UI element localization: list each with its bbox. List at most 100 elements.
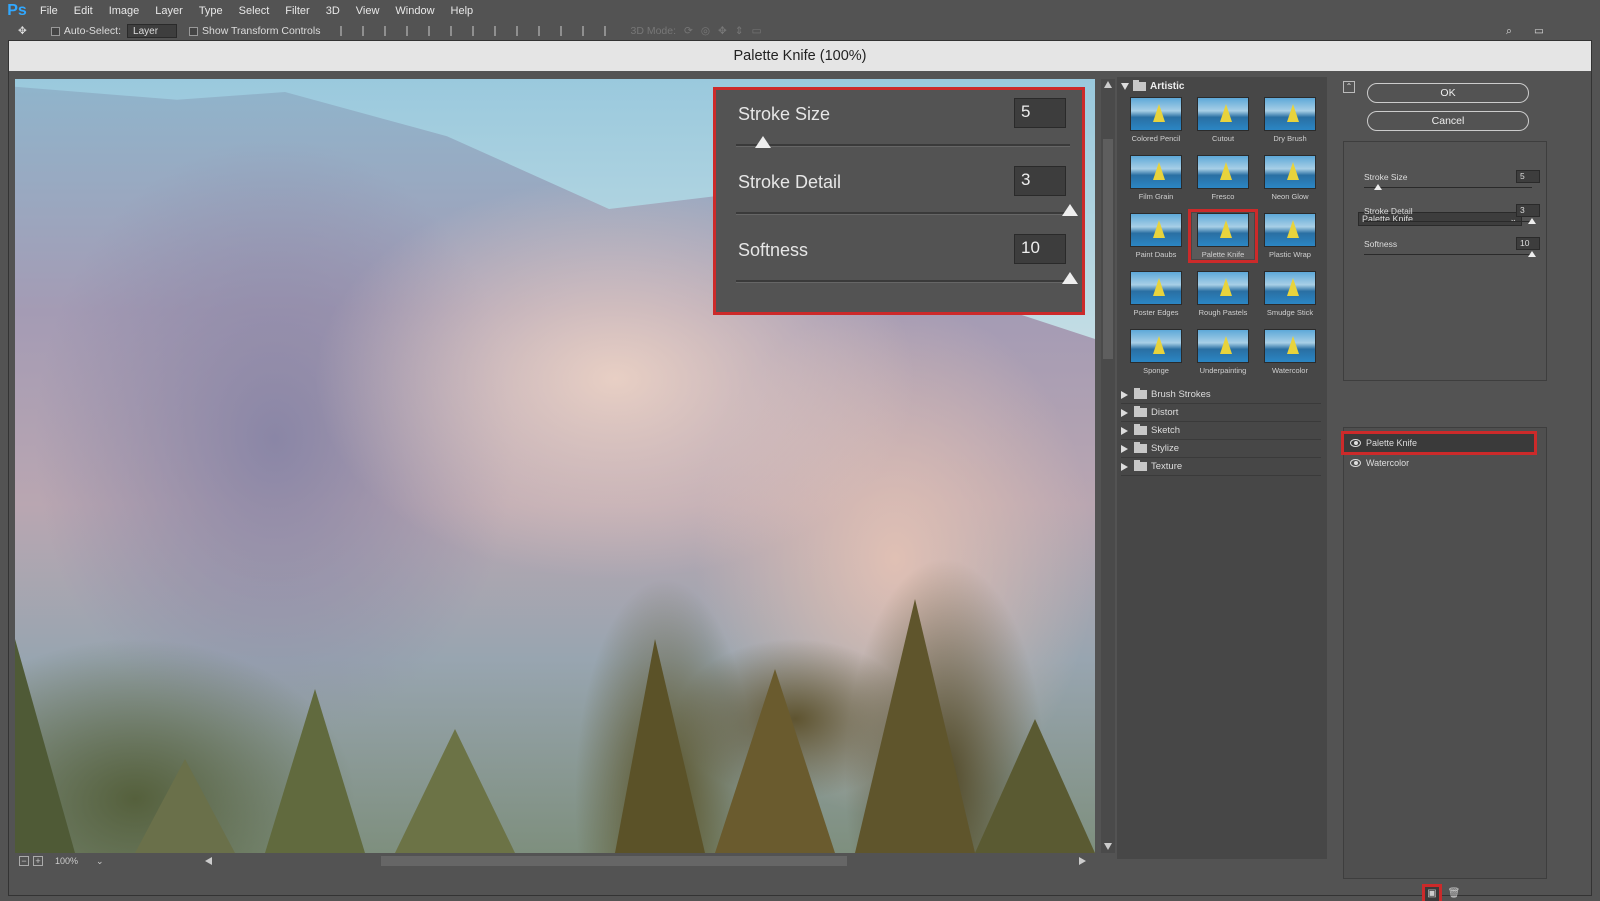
filter-thumb-plastic-wrap[interactable]: Plastic Wrap [1259, 213, 1321, 259]
stroke-detail-track[interactable] [1364, 221, 1532, 222]
effect-layer-palette-knife[interactable]: Palette Knife [1341, 431, 1537, 455]
delete-effect-layer-icon[interactable]: 🗑 [1447, 887, 1461, 901]
filter-thumb-rough-pastels[interactable]: Rough Pastels [1192, 271, 1254, 317]
distribute-vcenter-icon[interactable] [494, 26, 504, 36]
category-sketch[interactable]: Sketch [1121, 422, 1321, 440]
zoom-stroke-detail-thumb[interactable] [1062, 204, 1078, 216]
expand-icon [1121, 83, 1129, 90]
menu-3d[interactable]: 3D [318, 5, 348, 17]
filter-thumb-label: Underpainting [1199, 366, 1247, 375]
filter-thumb-label: Colored Pencil [1131, 134, 1181, 143]
ok-button[interactable]: OK [1367, 83, 1529, 103]
menu-type[interactable]: Type [191, 5, 231, 17]
stroke-detail-thumb[interactable] [1528, 218, 1536, 224]
filter-thumb-label: Cutout [1211, 134, 1235, 143]
zoom-stroke-detail-track[interactable] [736, 212, 1070, 215]
horizontal-scroll-thumb[interactable] [381, 856, 847, 866]
zoom-level[interactable]: 100% [55, 856, 78, 866]
distribute-hcenter-icon[interactable] [560, 26, 570, 36]
category-texture[interactable]: Texture [1121, 458, 1321, 476]
zoom-softness-track[interactable] [736, 280, 1070, 283]
zoom-stroke-detail-input[interactable]: 3 [1014, 166, 1066, 196]
show-transform-checkbox[interactable] [189, 26, 199, 36]
preview-vertical-scrollbar[interactable] [1101, 79, 1115, 853]
filter-thumb-palette-knife[interactable]: Palette Knife [1188, 209, 1258, 263]
zoom-stroke-size-track[interactable] [736, 144, 1070, 147]
workspace-icon[interactable]: ▭ [1534, 25, 1544, 37]
category-stylize[interactable]: Stylize [1121, 440, 1321, 458]
menu-view[interactable]: View [348, 5, 388, 17]
category-brush-strokes[interactable]: Brush Strokes [1121, 386, 1321, 404]
filter-thumb-dry-brush[interactable]: Dry Brush [1259, 97, 1321, 143]
distribute-top-icon[interactable] [472, 26, 482, 36]
search-icon[interactable]: ⌕ [1506, 25, 1512, 38]
preview-horizontal-scrollbar[interactable] [205, 855, 1095, 867]
zoom-out-icon[interactable]: − [19, 856, 29, 866]
filter-thumb-underpainting[interactable]: Underpainting [1192, 329, 1254, 375]
filter-thumb-cutout[interactable]: Cutout [1192, 97, 1254, 143]
category-artistic[interactable]: Artistic [1121, 80, 1184, 92]
stroke-detail-input[interactable]: 3 [1516, 204, 1540, 217]
zoom-stroke-size-thumb[interactable] [755, 136, 772, 148]
menu-layer[interactable]: Layer [147, 5, 191, 17]
options-bar: ✥ Auto-Select: Layer Show Transform Cont… [0, 22, 1600, 40]
menu-edit[interactable]: Edit [66, 5, 101, 17]
align-left-icon[interactable] [406, 26, 416, 36]
zoom-stroke-size-control: Stroke Size 5 [716, 90, 1082, 158]
menu-select[interactable]: Select [231, 5, 278, 17]
align-hcenter-icon[interactable] [428, 26, 438, 36]
menu-image[interactable]: Image [101, 5, 148, 17]
zoom-softness-input[interactable]: 10 [1014, 234, 1066, 264]
menu-file[interactable]: File [32, 5, 66, 17]
stroke-size-track[interactable] [1364, 187, 1532, 188]
dialog-title: Palette Knife (100%) [9, 41, 1591, 71]
menu-window[interactable]: Window [387, 5, 442, 17]
scroll-up-icon[interactable] [1104, 81, 1112, 88]
filter-thumb-paint-daubs[interactable]: Paint Daubs [1125, 213, 1187, 259]
scroll-down-icon[interactable] [1104, 843, 1112, 850]
filter-thumb-watercolor[interactable]: Watercolor [1259, 329, 1321, 375]
menu-filter[interactable]: Filter [277, 5, 317, 17]
move-tool-icon[interactable]: ✥ [18, 25, 27, 37]
visibility-eye-icon[interactable] [1350, 459, 1361, 467]
align-top-icon[interactable] [340, 26, 350, 36]
filter-thumb-sponge[interactable]: Sponge [1125, 329, 1187, 375]
cancel-button[interactable]: Cancel [1367, 111, 1529, 131]
category-distort[interactable]: Distort [1121, 404, 1321, 422]
zoom-softness-thumb[interactable] [1062, 272, 1078, 284]
effect-layer-watercolor[interactable]: Watercolor [1344, 454, 1534, 472]
vertical-scroll-thumb[interactable] [1103, 139, 1113, 359]
scroll-right-icon[interactable] [1079, 857, 1086, 865]
new-effect-layer-icon[interactable]: ▣ [1422, 884, 1442, 901]
distribute-right-icon[interactable] [582, 26, 592, 36]
stroke-size-input[interactable]: 5 [1516, 170, 1540, 183]
zoom-dropdown-icon[interactable]: ⌄ [96, 856, 104, 867]
distribute-left-icon[interactable] [538, 26, 548, 36]
filter-thumb-neon-glow[interactable]: Neon Glow [1259, 155, 1321, 201]
softness-track[interactable] [1364, 254, 1532, 255]
auto-align-icon[interactable] [604, 26, 614, 36]
folder-icon [1134, 406, 1147, 417]
filter-thumb-label: Smudge Stick [1266, 308, 1314, 317]
filter-thumb-film-grain[interactable]: Film Grain [1125, 155, 1187, 201]
visibility-eye-icon[interactable] [1350, 439, 1361, 447]
stroke-size-thumb[interactable] [1373, 184, 1382, 190]
scroll-left-icon[interactable] [205, 857, 212, 865]
softness-input[interactable]: 10 [1516, 237, 1540, 250]
filter-thumb-poster-edges[interactable]: Poster Edges [1125, 271, 1187, 317]
align-bottom-icon[interactable] [384, 26, 394, 36]
collapse-gallery-icon[interactable]: ⌃ [1343, 81, 1355, 93]
menu-help[interactable]: Help [443, 5, 482, 17]
auto-select-checkbox[interactable] [50, 26, 60, 36]
softness-thumb[interactable] [1528, 251, 1536, 257]
align-right-icon[interactable] [450, 26, 460, 36]
distribute-bottom-icon[interactable] [516, 26, 526, 36]
filter-thumb-fresco[interactable]: Fresco [1192, 155, 1254, 201]
filter-thumb-colored-pencil[interactable]: Colored Pencil [1125, 97, 1187, 143]
align-vcenter-icon[interactable] [362, 26, 372, 36]
zoom-in-icon[interactable]: + [33, 856, 43, 866]
zoom-stroke-size-input[interactable]: 5 [1014, 98, 1066, 128]
folder-icon [1134, 460, 1147, 471]
filter-thumb-smudge-stick[interactable]: Smudge Stick [1259, 271, 1321, 317]
auto-select-dropdown[interactable]: Layer [127, 24, 178, 38]
